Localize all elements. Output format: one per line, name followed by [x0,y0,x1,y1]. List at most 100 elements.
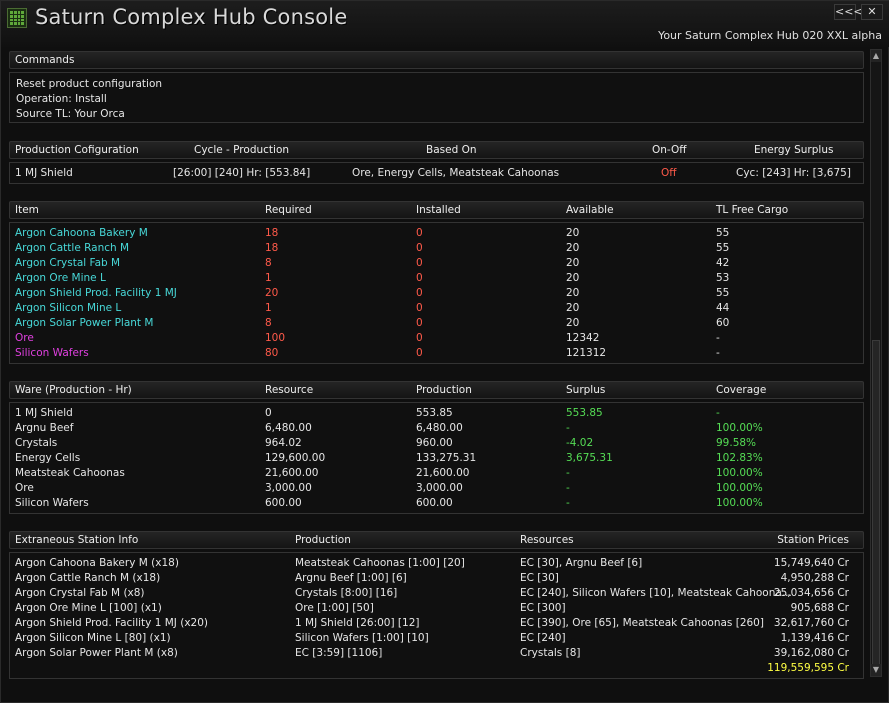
item-required: 1 [265,272,272,284]
station-name[interactable]: Argon Silicon Mine L [80] (x1) [15,632,171,644]
ware-production: 553.85 [416,407,453,419]
ware-resource: 0 [265,407,272,419]
required-header-label: Required [265,204,312,216]
station-name[interactable]: Argon Shield Prod. Facility 1 MJ (x20) [15,617,208,629]
item-available: 20 [566,272,580,284]
station-resources: EC [300] [520,602,566,614]
on-off-header-label: On-Off [652,144,687,156]
ware-resource: 964.02 [265,437,302,449]
command-line[interactable]: Source TL: Your Orca [16,108,125,120]
energy-surplus-value: Cyc: [243] Hr: [3,675] [736,167,851,179]
title-bar: Saturn Complex Hub Console <<< ✕ Your Sa… [1,1,889,47]
item-required: 18 [265,242,279,254]
ware-header-label: Ware (Production - Hr) [15,384,132,396]
ware-production-header-label: Production [416,384,472,396]
ware-name: Ore [15,482,34,494]
station-production: 1 MJ Shield [26:00] [12] [295,617,420,629]
window-subtitle: Your Saturn Complex Hub 020 XXL alpha [658,29,882,42]
item-name[interactable]: Argon Ore Mine L [15,272,106,284]
item-free-cargo: - [716,332,720,344]
tl-free-cargo-header-label: TL Free Cargo [716,204,789,216]
available-header-label: Available [566,204,614,216]
ware-resource: 600.00 [265,497,302,509]
item-available: 20 [566,242,580,254]
production-cycle: [26:00] [240] Hr: [553.84] [173,167,311,179]
ware-surplus: - [566,467,570,479]
station-resources: EC [30], Argnu Beef [6] [520,557,643,569]
command-line[interactable]: Reset product configuration [16,78,162,90]
item-installed: 0 [416,272,423,284]
ware-resource: 3,000.00 [265,482,312,494]
ware-name: Silicon Wafers [15,497,89,509]
scroll-thumb[interactable] [872,340,880,670]
item-installed: 0 [416,317,423,329]
item-free-cargo: 55 [716,287,730,299]
collapse-button[interactable]: <<< [834,4,863,20]
items-body: Argon Cahoona Bakery M 18 0 20 55 Argon Cattl… [9,222,864,364]
scroll-up-icon[interactable]: ▲ [871,50,881,62]
energy-surplus-header-label: Energy Surplus [754,144,834,156]
resource-header-label: Resource [265,384,314,396]
item-available: 20 [566,287,580,299]
station-prices-total: 119,559,595 Cr [767,662,849,674]
item-name[interactable]: Argon Cattle Ranch M [15,242,129,254]
close-button[interactable]: ✕ [861,4,883,20]
commands-body: Reset product configuration Operation: I… [9,72,864,123]
station-name[interactable]: Argon Ore Mine L [100] (x1) [15,602,162,614]
coverage-header-label: Coverage [716,384,767,396]
production-header-label: Production Cofiguration [15,144,139,156]
station-prices-header-label: Station Prices [777,534,849,546]
item-installed: 0 [416,242,423,254]
ware-resource: 129,600.00 [265,452,326,464]
wares-body: 1 MJ Shield 0 553.85 553.85 - Argnu Beef 6,480… [9,402,864,514]
ware-name: Energy Cells [15,452,81,464]
station-production: Ore [1:00] [50] [295,602,374,614]
station-resources: Crystals [8] [520,647,581,659]
station-name[interactable]: Argon Solar Power Plant M (x8) [15,647,178,659]
item-installed: 0 [416,302,423,314]
ware-production: 21,600.00 [416,467,470,479]
item-name[interactable]: Argon Silicon Mine L [15,302,121,314]
item-available: 20 [566,257,580,269]
production-product[interactable]: 1 MJ Shield [15,167,73,179]
hub-console-window: Saturn Complex Hub Console <<< ✕ Your Sa… [0,0,889,703]
commands-header-label: Commands [15,54,75,66]
station-production: Argnu Beef [1:00] [6] [295,572,407,584]
item-installed: 0 [416,257,423,269]
item-name[interactable]: Argon Cahoona Bakery M [15,227,148,239]
ware-name: 1 MJ Shield [15,407,73,419]
station-production: Silicon Wafers [1:00] [10] [295,632,429,644]
on-off-toggle[interactable]: Off [661,167,677,179]
production-body: 1 MJ Shield [26:00] [240] Hr: [553.84] O… [9,162,864,184]
app-icon [7,8,27,28]
item-name[interactable]: Silicon Wafers [15,347,89,359]
scrollbar[interactable]: ▲ ▼ [870,49,882,677]
station-resources: EC [30] [520,572,559,584]
ware-surplus: 553.85 [566,407,603,419]
ware-production: 960.00 [416,437,453,449]
item-name[interactable]: Argon Shield Prod. Facility 1 MJ [15,287,177,299]
station-resources-header-label: Resources [520,534,574,546]
item-available: 121312 [566,347,607,359]
station-name[interactable]: Argon Cattle Ranch M (x18) [15,572,160,584]
item-installed: 0 [416,227,423,239]
station-price: 25,034,656 Cr [773,587,849,599]
item-free-cargo: 53 [716,272,730,284]
item-name[interactable]: Argon Solar Power Plant M [15,317,153,329]
station-production: Crystals [8:00] [16] [295,587,398,599]
ware-coverage: 99.58% [716,437,757,449]
ware-resource: 21,600.00 [265,467,319,479]
item-required: 18 [265,227,279,239]
scroll-down-icon[interactable]: ▼ [871,664,881,676]
station-name[interactable]: Argon Crystal Fab M (x8) [15,587,145,599]
item-required: 1 [265,302,272,314]
ware-coverage: - [716,407,720,419]
item-free-cargo: 44 [716,302,730,314]
ware-name: Crystals [15,437,58,449]
item-name[interactable]: Argon Crystal Fab M [15,257,120,269]
item-required: 80 [265,347,279,359]
command-line[interactable]: Operation: Install [16,93,107,105]
item-name[interactable]: Ore [15,332,34,344]
ware-surplus: 3,675.31 [566,452,613,464]
station-name[interactable]: Argon Cahoona Bakery M (x18) [15,557,179,569]
